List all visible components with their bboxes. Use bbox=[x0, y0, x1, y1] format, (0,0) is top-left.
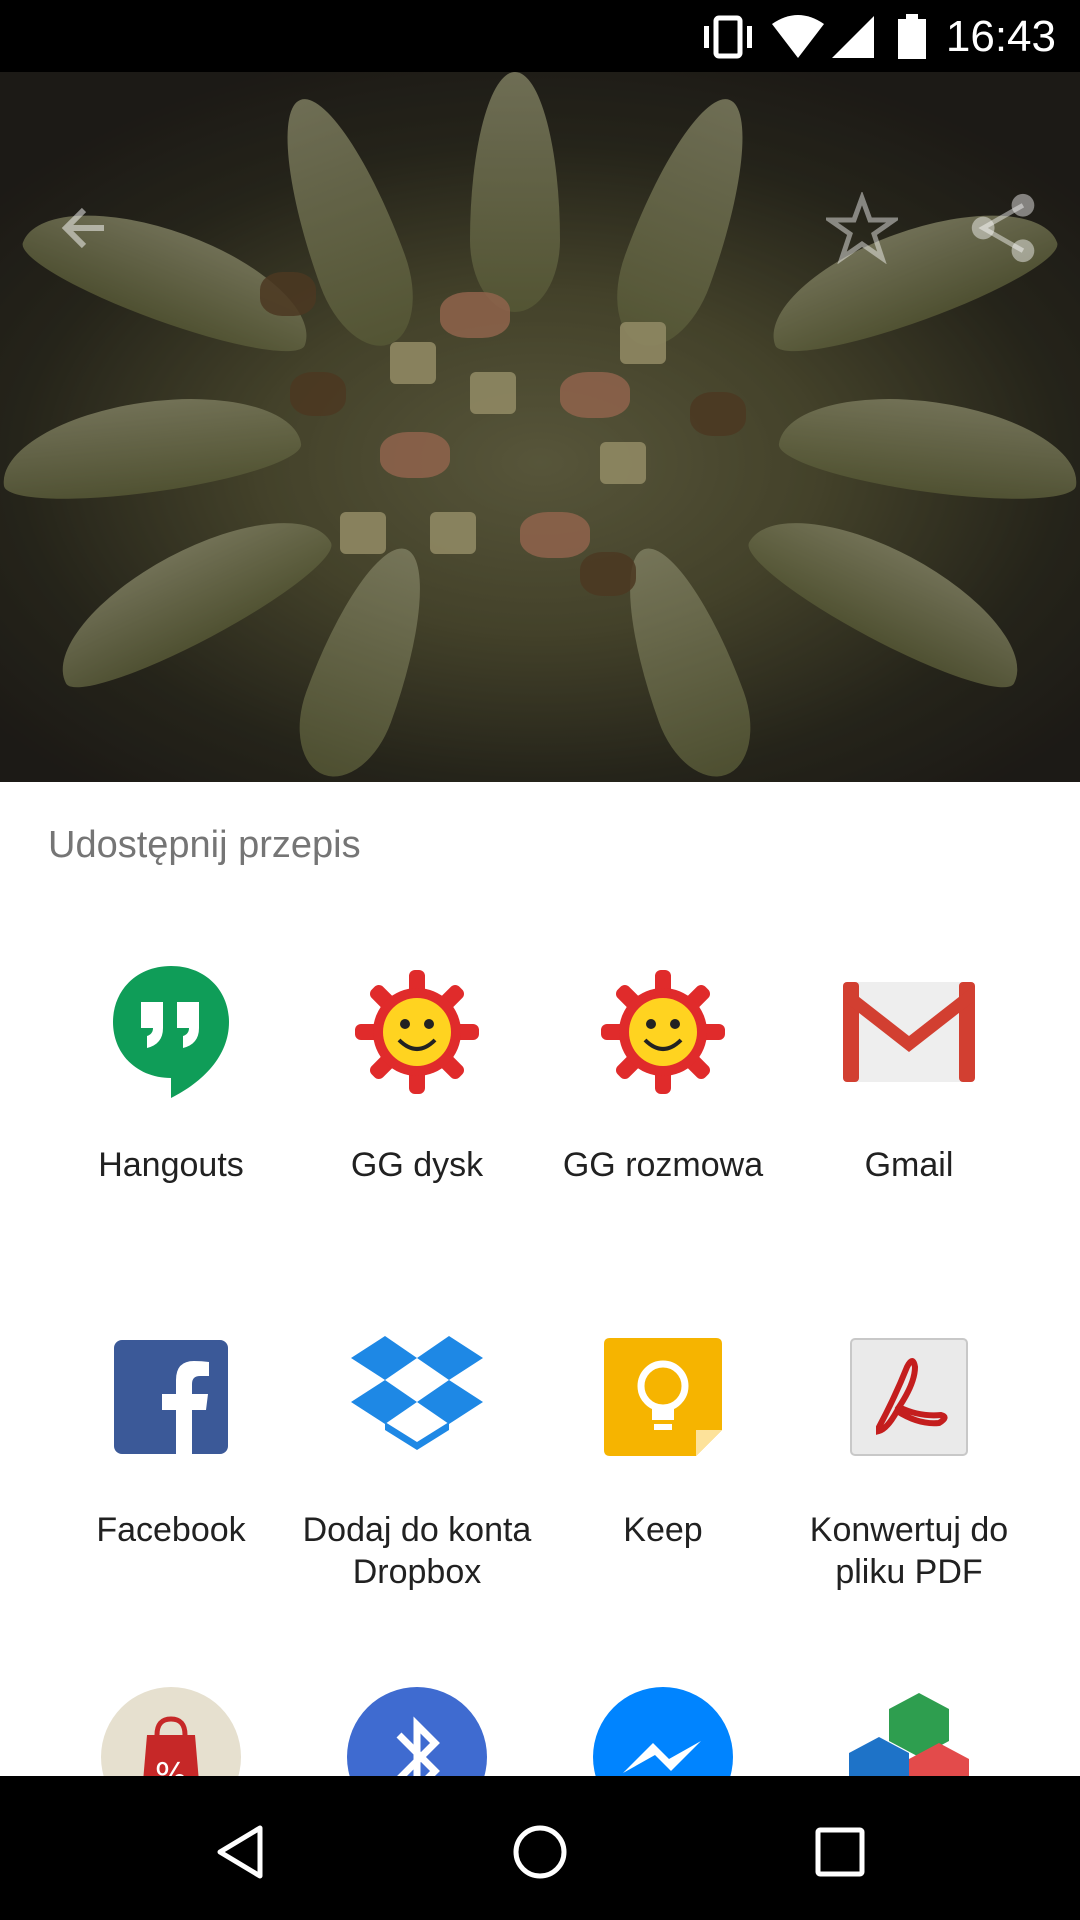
share-target-messenger[interactable] bbox=[540, 1687, 786, 1776]
vibrate-icon bbox=[704, 15, 752, 59]
share-sheet: Udostępnij przepis Hangouts GG dysk GG r… bbox=[0, 782, 1080, 1776]
recipe-photo bbox=[0, 72, 1080, 782]
hangouts-icon bbox=[101, 962, 241, 1102]
back-button[interactable] bbox=[48, 192, 120, 264]
nav-back-button[interactable] bbox=[200, 1812, 280, 1892]
wifi-icon bbox=[772, 15, 824, 58]
dropbox-icon bbox=[347, 1327, 487, 1467]
share-icon bbox=[971, 193, 1035, 263]
share-target-gg-dysk[interactable]: GG dysk bbox=[294, 962, 540, 1186]
battery-icon bbox=[898, 14, 926, 59]
share-target-gg-rozmowa[interactable]: GG rozmowa bbox=[540, 962, 786, 1186]
nav-home-button[interactable] bbox=[500, 1812, 580, 1892]
share-target-cubes[interactable] bbox=[786, 1687, 1032, 1776]
share-target-discount[interactable]: % bbox=[48, 1687, 294, 1776]
star-outline-icon bbox=[826, 192, 898, 264]
clock: 16:43 bbox=[945, 12, 1056, 61]
share-target-label: Konwertuj do pliku PDF bbox=[809, 1511, 1009, 1591]
share-target-label: Keep bbox=[623, 1511, 703, 1549]
back-arrow-icon bbox=[61, 207, 104, 249]
nav-recents-button[interactable] bbox=[800, 1812, 880, 1892]
nav-back-icon bbox=[217, 1825, 263, 1879]
share-target-keep[interactable]: Keep bbox=[540, 1327, 786, 1551]
gg-sun-icon bbox=[347, 962, 487, 1102]
share-target-gmail[interactable]: Gmail bbox=[786, 962, 1032, 1186]
favorite-button[interactable] bbox=[826, 192, 898, 264]
gg-sun-icon bbox=[593, 962, 733, 1102]
signal-icon bbox=[832, 16, 874, 58]
gmail-icon bbox=[839, 962, 979, 1102]
share-target-hangouts[interactable]: Hangouts bbox=[48, 962, 294, 1186]
navigation-bar bbox=[0, 1776, 1080, 1920]
share-target-bluetooth[interactable] bbox=[294, 1687, 540, 1776]
cubes-icon bbox=[839, 1687, 979, 1776]
svg-text:%: % bbox=[155, 1756, 187, 1776]
bluetooth-icon bbox=[347, 1687, 487, 1776]
share-target-label: Gmail bbox=[864, 1146, 954, 1184]
share-target-label: Dodaj do konta Dropbox bbox=[302, 1511, 532, 1591]
nav-recents-icon bbox=[815, 1827, 865, 1877]
discount-bag-icon: % bbox=[101, 1687, 241, 1776]
keep-icon bbox=[593, 1327, 733, 1467]
pdf-icon bbox=[839, 1327, 979, 1467]
share-sheet-title: Udostępnij przepis bbox=[48, 824, 361, 866]
share-target-facebook[interactable]: Facebook bbox=[48, 1327, 294, 1551]
share-target-label: GG dysk bbox=[350, 1146, 484, 1184]
share-target-label: Hangouts bbox=[98, 1146, 244, 1184]
share-target-label: GG rozmowa bbox=[562, 1146, 764, 1184]
share-target-pdf-converter[interactable]: Konwertuj do pliku PDF bbox=[786, 1327, 1032, 1593]
status-bar: 16:43 bbox=[0, 0, 1080, 72]
share-target-label: Facebook bbox=[96, 1511, 246, 1549]
facebook-icon bbox=[101, 1327, 241, 1467]
messenger-icon bbox=[593, 1687, 733, 1776]
share-button[interactable] bbox=[968, 192, 1040, 264]
nav-home-icon bbox=[513, 1825, 567, 1879]
share-target-dropbox[interactable]: Dodaj do konta Dropbox bbox=[294, 1327, 540, 1593]
